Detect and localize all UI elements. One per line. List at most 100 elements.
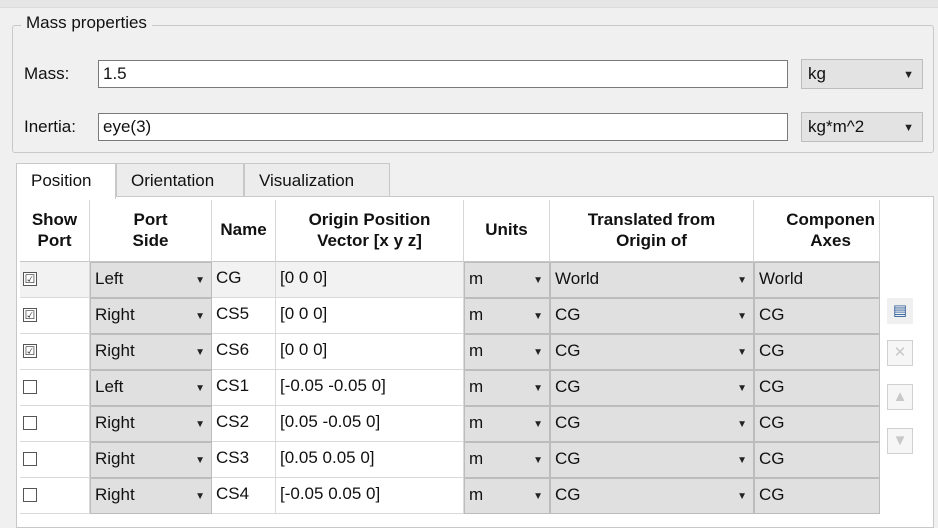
show-port-cell: ☑	[20, 334, 90, 370]
header-translated-from: Translated from Origin of	[550, 200, 754, 262]
show-port-checkbox[interactable]	[23, 416, 37, 430]
frame-name-cell[interactable]: CS5	[212, 298, 276, 334]
component-axes-value: CG	[759, 449, 785, 468]
frame-name-cell[interactable]: CS1	[212, 370, 276, 406]
translated-from-select[interactable]: CG ▼	[550, 334, 754, 370]
chevron-down-icon: ▼	[533, 347, 543, 358]
translated-from-select[interactable]: CG ▼	[550, 406, 754, 442]
show-port-checkbox[interactable]	[23, 380, 37, 394]
inertia-units-select[interactable]: kg*m^2 ▼	[801, 112, 923, 142]
component-axes-select[interactable]: World	[754, 262, 880, 298]
units-select[interactable]: m ▼	[464, 334, 550, 370]
translated-from-select[interactable]: CG ▼	[550, 478, 754, 514]
origin-vector-cell[interactable]: [0.05 0.05 0]	[276, 442, 464, 478]
show-port-checkbox[interactable]: ☑	[23, 344, 37, 358]
port-side-select[interactable]: Left ▼	[90, 262, 212, 298]
inertia-units-value: kg*m^2	[808, 117, 865, 136]
port-side-select[interactable]: Left ▼	[90, 370, 212, 406]
chevron-down-icon: ▼	[737, 347, 747, 358]
frame-name-cell[interactable]: CS2	[212, 406, 276, 442]
origin-vector-cell[interactable]: [0 0 0]	[276, 262, 464, 298]
origin-vector-cell[interactable]: [0 0 0]	[276, 298, 464, 334]
mass-input[interactable]	[98, 60, 788, 88]
show-port-cell	[20, 442, 90, 478]
show-port-checkbox[interactable]: ☑	[23, 308, 37, 322]
component-axes-select[interactable]: CG	[754, 478, 880, 514]
chevron-down-icon: ▼	[903, 122, 914, 134]
tab-visualization[interactable]: Visualization	[244, 163, 390, 196]
units-select[interactable]: m ▼	[464, 370, 550, 406]
chevron-down-icon: ▼	[195, 491, 205, 502]
component-axes-select[interactable]: CG	[754, 334, 880, 370]
port-side-value: Right	[95, 413, 135, 432]
inertia-input[interactable]	[98, 113, 788, 141]
chevron-down-icon: ▼	[533, 491, 543, 502]
component-axes-value: CG	[759, 377, 785, 396]
units-select[interactable]: m ▼	[464, 442, 550, 478]
translated-from-select[interactable]: CG ▼	[550, 298, 754, 334]
translated-from-select[interactable]: CG ▼	[550, 370, 754, 406]
chevron-down-icon: ▼	[195, 311, 205, 322]
port-side-select[interactable]: Right ▼	[90, 478, 212, 514]
table-row: ☑ Left ▼ CG [0 0 0] m ▼ World ▼ World	[20, 262, 880, 298]
show-port-checkbox[interactable]	[23, 452, 37, 466]
component-axes-select[interactable]: CG	[754, 406, 880, 442]
units-select[interactable]: m ▼	[464, 262, 550, 298]
origin-vector-cell[interactable]: [-0.05 0.05 0]	[276, 478, 464, 514]
port-side-value: Right	[95, 485, 135, 504]
port-side-select[interactable]: Right ▼	[90, 406, 212, 442]
table-row: ☑ Right ▼ CS6 [0 0 0] m ▼ CG ▼ CG	[20, 334, 880, 370]
units-select[interactable]: m ▼	[464, 406, 550, 442]
chevron-down-icon: ▼	[903, 69, 914, 81]
move-down-button[interactable]: ▼	[887, 428, 913, 454]
mass-units-select[interactable]: kg ▼	[801, 59, 923, 89]
component-axes-value: CG	[759, 485, 785, 504]
origin-vector-cell[interactable]: [0 0 0]	[276, 334, 464, 370]
translated-from-value: World	[555, 269, 600, 288]
show-port-checkbox[interactable]	[23, 488, 37, 502]
tab-orientation[interactable]: Orientation	[116, 163, 244, 196]
units-select[interactable]: m ▼	[464, 478, 550, 514]
chevron-down-icon: ▼	[533, 275, 543, 286]
frame-name-cell[interactable]: CS6	[212, 334, 276, 370]
table-row: Left ▼ CS1 [-0.05 -0.05 0] m ▼ CG ▼ CG	[20, 370, 880, 406]
chevron-down-icon: ▼	[195, 347, 205, 358]
show-port-cell: ☑	[20, 298, 90, 334]
port-side-select[interactable]: Right ▼	[90, 442, 212, 478]
chevron-down-icon: ▼	[737, 491, 747, 502]
table-row: Right ▼ CS4 [-0.05 0.05 0] m ▼ CG ▼ CG	[20, 478, 880, 514]
header-component-axes: Componen Axes	[754, 200, 880, 262]
move-up-button[interactable]: ▲	[887, 384, 913, 410]
translated-from-select[interactable]: CG ▼	[550, 442, 754, 478]
delete-frame-button[interactable]: ✕	[887, 340, 913, 366]
translated-from-value: CG	[555, 485, 581, 504]
units-value: m	[469, 413, 484, 432]
chevron-down-icon: ▼	[737, 455, 747, 466]
chevron-down-icon: ▼	[533, 311, 543, 322]
frame-name-cell[interactable]: CS3	[212, 442, 276, 478]
translated-from-value: CG	[555, 449, 581, 468]
add-frame-button[interactable]: ▤	[887, 298, 913, 324]
tab-position[interactable]: Position	[16, 163, 116, 199]
origin-vector-cell[interactable]: [0.05 -0.05 0]	[276, 406, 464, 442]
translated-from-select[interactable]: World ▼	[550, 262, 754, 298]
chevron-down-icon: ▼	[737, 311, 747, 322]
move-up-icon: ▲	[892, 388, 908, 405]
header-port-side: Port Side	[90, 200, 212, 262]
component-axes-select[interactable]: CG	[754, 370, 880, 406]
frames-table: Show Port Port Side Name Origin Position…	[20, 200, 880, 515]
units-value: m	[469, 449, 484, 468]
table-row: Right ▼ CS3 [0.05 0.05 0] m ▼ CG ▼ CG	[20, 442, 880, 478]
port-side-select[interactable]: Right ▼	[90, 298, 212, 334]
top-divider	[0, 0, 938, 8]
units-select[interactable]: m ▼	[464, 298, 550, 334]
units-value: m	[469, 269, 484, 288]
origin-vector-cell[interactable]: [-0.05 -0.05 0]	[276, 370, 464, 406]
move-down-icon: ▼	[892, 432, 908, 449]
frame-name-cell[interactable]: CG	[212, 262, 276, 298]
show-port-checkbox[interactable]: ☑	[23, 272, 37, 286]
port-side-select[interactable]: Right ▼	[90, 334, 212, 370]
frame-name-cell[interactable]: CS4	[212, 478, 276, 514]
component-axes-select[interactable]: CG	[754, 442, 880, 478]
component-axes-select[interactable]: CG	[754, 298, 880, 334]
